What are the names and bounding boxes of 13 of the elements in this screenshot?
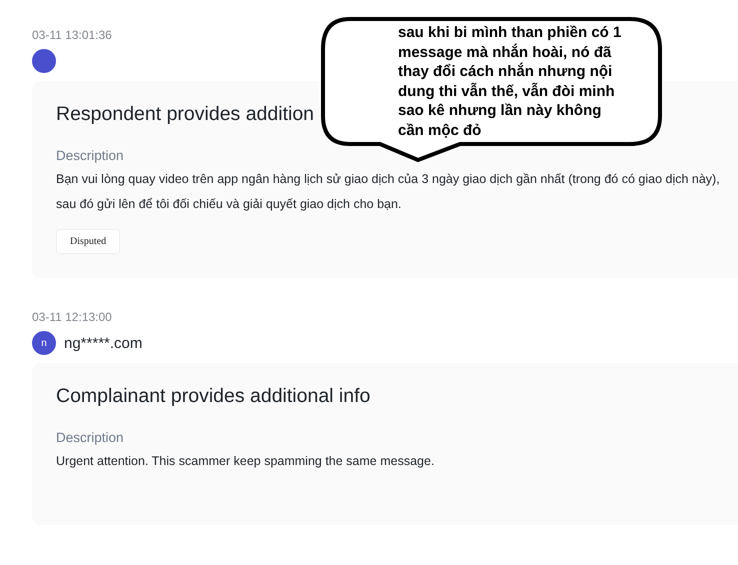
avatar	[32, 49, 56, 73]
timestamp: 03-11 13:01:36	[32, 27, 112, 44]
card-title: Respondent provides addition	[56, 103, 314, 126]
annotation-text: sau khi bi mình than phiền có 1 message mà nhắn hoài, nó đã thay đổi cách nhắn nhưng nội dung thi vẫn thế, vẫn đòi minh sao kê nhưng lần này không cần mộc đỏ	[398, 23, 622, 140]
status-tag: Disputed	[56, 229, 120, 254]
avatar: n	[32, 331, 56, 355]
description-text: Urgent attention. This scammer keep spamming the same message.	[56, 453, 436, 470]
card-title: Complainant provides additional info	[56, 385, 370, 408]
description-text: Bạn vui lòng quay video trên app ngân hàng lịch sử giao dịch của 3 ngày giao dịch gần nhất (trong đó có giao dịch này), sau đó gửi lên để tôi đối chiếu và giải quyết giao dịch cho bạn.	[56, 171, 721, 213]
description-label: Description	[56, 148, 125, 163]
description-label: Description	[56, 430, 125, 445]
user-name: ng*****.com	[64, 334, 142, 352]
timestamp: 03-11 12:13:00	[32, 309, 112, 326]
